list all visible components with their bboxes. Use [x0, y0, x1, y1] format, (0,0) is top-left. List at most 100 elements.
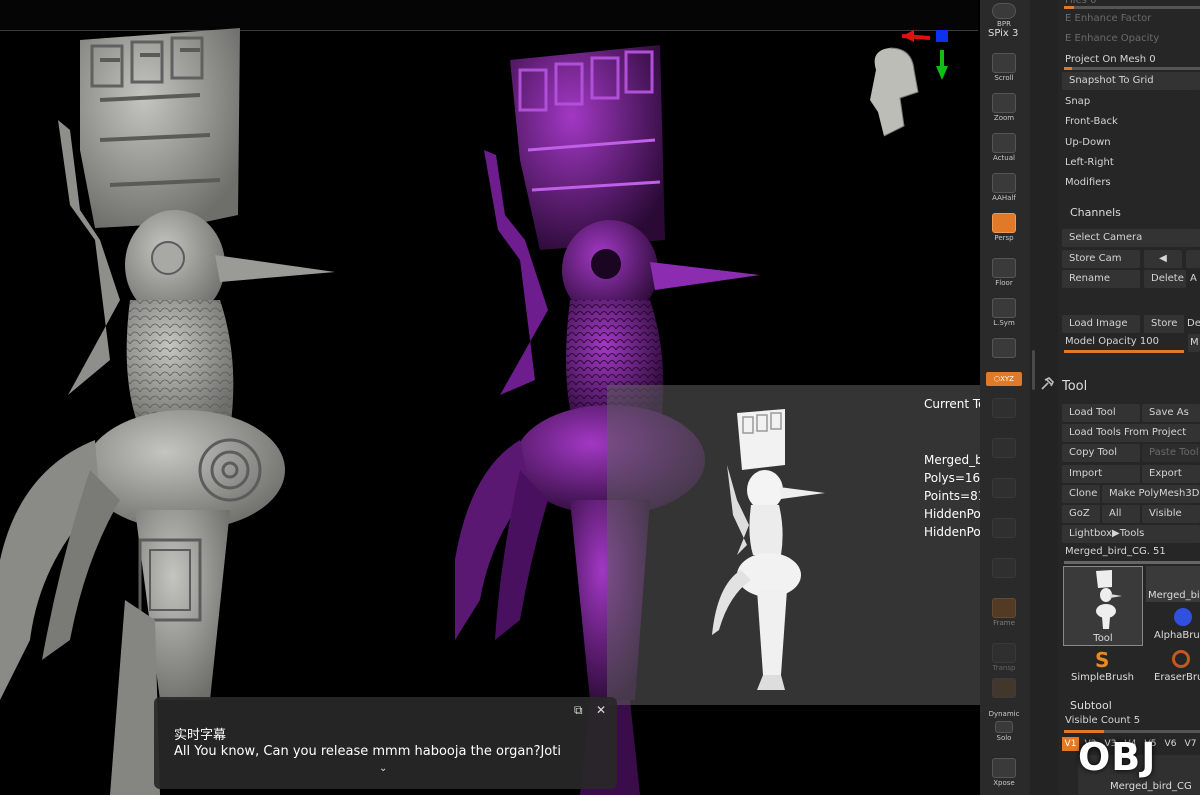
spix-slider[interactable]: SPix 3 — [988, 28, 1018, 39]
save-as-button[interactable]: Save As — [1142, 404, 1200, 422]
persp-icon — [992, 213, 1016, 233]
popout-icon[interactable]: ⧉ — [574, 703, 583, 718]
tool-slider[interactable]: Merged_bird_CG. 51 — [1058, 543, 1200, 561]
persp-button[interactable]: Persp — [984, 210, 1024, 244]
front-back-button[interactable]: Front-Back — [1058, 113, 1200, 131]
zoom-button[interactable]: Zoom — [984, 90, 1024, 124]
floor-icon — [992, 258, 1016, 278]
xpose-button[interactable]: Xpose — [984, 755, 1024, 789]
close-icon[interactable]: ✕ — [596, 703, 606, 717]
current-tool-thumbnail[interactable]: Tool — [1063, 566, 1143, 646]
hand-icon — [992, 53, 1016, 73]
chevron-down-icon[interactable]: ⌄ — [379, 763, 387, 774]
clone-button[interactable]: Clone — [1062, 485, 1100, 503]
bird-thumb-icon — [1096, 570, 1122, 629]
subtool-name: Merged_bird_CG — [1110, 781, 1192, 792]
dynamic-solo-button[interactable]: Dynamic Solo — [984, 710, 1024, 744]
live-caption-window[interactable]: ⧉ ✕ 实时字幕 All You know, Can you release m… — [154, 697, 617, 789]
xpose-icon — [992, 758, 1016, 778]
right-shelf: BPR SPix 3 Scroll Zoom Actual AAHalf Per… — [980, 0, 1030, 795]
camera-prev-button[interactable]: ◀ — [1144, 250, 1182, 268]
lsym-button[interactable]: L.Sym — [984, 295, 1024, 329]
m-button[interactable]: M — [1188, 334, 1200, 352]
load-image-button[interactable]: Load Image — [1062, 315, 1140, 333]
enhance-factor-slider[interactable]: E Enhance Factor — [1058, 10, 1200, 28]
tool-slider-bar[interactable] — [1064, 561, 1200, 564]
ghost-icon — [992, 678, 1016, 698]
version-v1[interactable]: V1 — [1062, 737, 1079, 751]
store-button[interactable]: Store — [1144, 315, 1184, 333]
version-v7[interactable]: V7 — [1182, 737, 1199, 751]
project-slider-bar[interactable] — [1064, 67, 1200, 70]
lock-button[interactable] — [984, 335, 1024, 369]
divider-grip[interactable] — [1032, 350, 1035, 390]
navigation-head-gizmo — [870, 30, 948, 137]
version-v6[interactable]: V6 — [1162, 737, 1179, 751]
lock-icon — [992, 338, 1016, 358]
make-polymesh-button[interactable]: Make PolyMesh3D — [1102, 485, 1200, 503]
export-button[interactable]: Export — [1142, 465, 1200, 483]
camera-next-button[interactable] — [1186, 250, 1200, 268]
select-camera-button[interactable]: Select Camera — [1062, 229, 1200, 247]
all-button[interactable]: All — [1102, 505, 1140, 523]
hammer-icon — [1041, 377, 1054, 390]
rotate-button[interactable] — [984, 555, 1024, 589]
paste-tool-button[interactable]: Paste Tool — [1142, 444, 1200, 462]
model-opacity-slider[interactable]: Model Opacity 100 — [1058, 333, 1186, 351]
clay-bird-model — [0, 28, 335, 795]
scale-button[interactable] — [984, 515, 1024, 549]
copy-tool-button[interactable]: Copy Tool — [1062, 444, 1140, 462]
right-palette: Files 0 E Enhance Factor E Enhance Opaci… — [1058, 0, 1200, 795]
caption-text: All You know, Can you release mmm habooj… — [174, 744, 561, 759]
left-right-button[interactable]: Left-Right — [1058, 154, 1200, 172]
delete-button[interactable]: Delete — [1144, 270, 1186, 288]
visible-button[interactable]: Visible — [1142, 505, 1200, 523]
floor-button[interactable]: Floor — [984, 255, 1024, 289]
solo-icon — [995, 721, 1013, 733]
lightbox-tools-button[interactable]: Lightbox▶Tools — [1062, 525, 1200, 543]
visible-count-bar[interactable] — [1064, 730, 1200, 733]
import-button[interactable]: Import — [1062, 465, 1140, 483]
eraser-brush-thumbnail[interactable]: EraserBru — [1146, 648, 1200, 686]
visible-count-slider[interactable]: Visible Count 5 — [1058, 712, 1200, 730]
transp-icon — [992, 643, 1016, 663]
subtool-header[interactable]: Subtool — [1070, 699, 1112, 712]
goz-button[interactable]: GoZ — [1062, 505, 1100, 523]
ghost-button[interactable] — [984, 675, 1024, 709]
up-down-button[interactable]: Up-Down — [1058, 134, 1200, 152]
alpha-brush-thumbnail[interactable]: AlphaBru — [1146, 606, 1200, 646]
shelf-divider[interactable] — [1030, 0, 1058, 795]
load-tools-from-project-button[interactable]: Load Tools From Project — [1062, 424, 1200, 442]
rotate-icon — [992, 398, 1016, 418]
actual-button[interactable]: Actual — [984, 130, 1024, 164]
frame-button[interactable]: Frame — [984, 595, 1024, 629]
xyz-button[interactable]: ⬡XYZ — [986, 372, 1022, 386]
tool-header[interactable]: Tool — [1062, 379, 1087, 394]
modifiers-button[interactable]: Modifiers — [1058, 174, 1200, 192]
merged-bird-thumbnail[interactable]: Merged_bird — [1146, 566, 1200, 602]
scale-icon — [992, 518, 1016, 538]
rename-button[interactable]: Rename — [1062, 270, 1140, 288]
aahalf-icon — [992, 173, 1016, 193]
rotate-icon — [992, 558, 1016, 578]
scroll-button[interactable]: Scroll — [984, 50, 1024, 84]
rotate-icon — [992, 438, 1016, 458]
store-cam-button[interactable]: Store Cam — [1062, 250, 1140, 268]
snap-button[interactable]: Snap — [1058, 93, 1200, 111]
model-opacity-bar[interactable] — [1064, 350, 1184, 353]
simple-brush-thumbnail[interactable]: S SimpleBrush — [1063, 648, 1141, 686]
rotate-z-button[interactable] — [984, 435, 1024, 469]
tool-thumb-label: Tool — [1093, 633, 1113, 644]
de-label[interactable]: De — [1186, 315, 1200, 333]
snapshot-to-grid-button[interactable]: Snapshot To Grid — [1062, 72, 1200, 90]
zoom-icon — [992, 93, 1016, 113]
frame-icon — [992, 598, 1016, 618]
channels-header[interactable]: Channels — [1070, 206, 1121, 219]
transp-button[interactable]: Transp — [984, 640, 1024, 674]
load-tool-button[interactable]: Load Tool — [1062, 404, 1140, 422]
files-slider[interactable] — [1064, 6, 1200, 9]
aahalf-button[interactable]: AAHalf — [984, 170, 1024, 204]
rotate-y-button[interactable] — [984, 395, 1024, 429]
move-button[interactable] — [984, 475, 1024, 509]
enhance-opacity-slider[interactable]: E Enhance Opacity — [1058, 30, 1200, 48]
